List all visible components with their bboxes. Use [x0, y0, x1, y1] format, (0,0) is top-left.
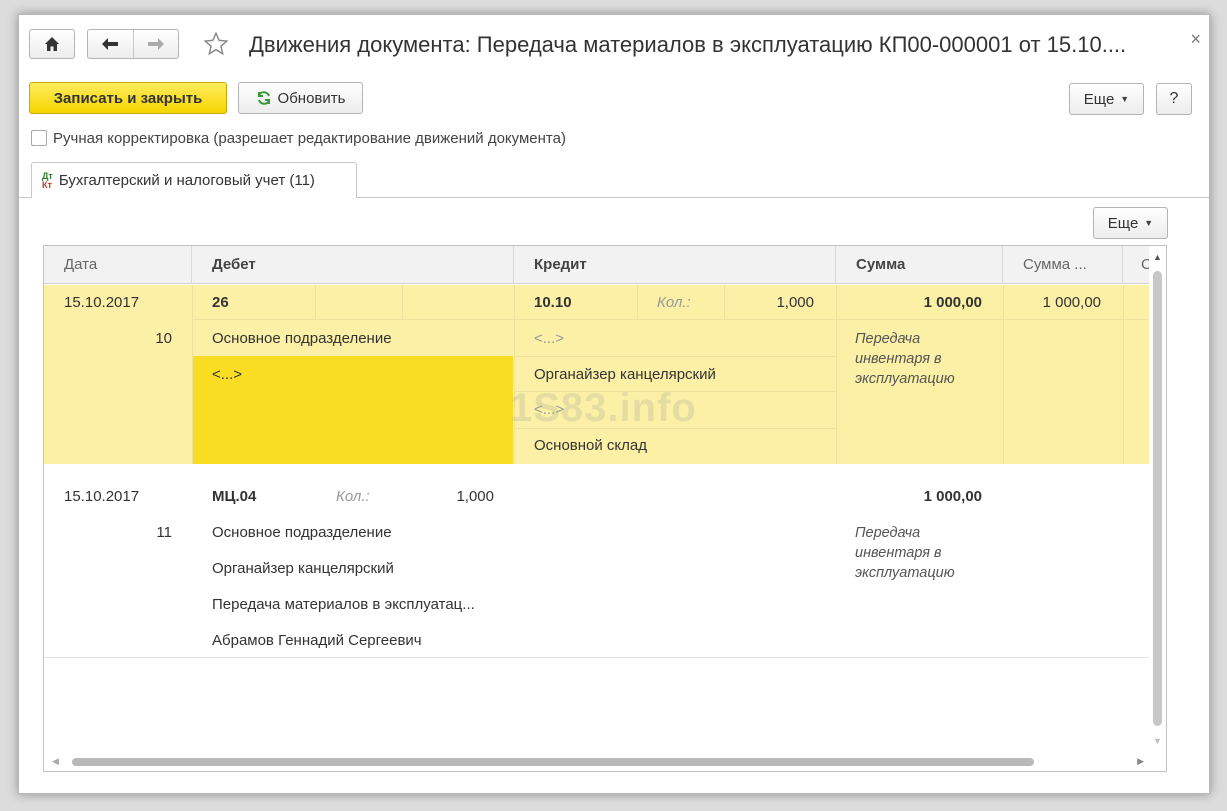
horizontal-scrollbar[interactable]: ◀ ▶	[44, 753, 1166, 771]
watermark: 1S83.info	[510, 386, 697, 430]
debit-subconto-2[interactable]: <...>	[212, 366, 242, 383]
row-date: 15.10.2017	[64, 294, 140, 311]
history-navigation	[87, 29, 179, 59]
manual-edit-checkbox[interactable]	[31, 130, 47, 146]
tab-accounting-and-tax[interactable]: Дт Кт Бухгалтерский и налоговый учет (11…	[31, 162, 357, 198]
help-button[interactable]: ?	[1156, 83, 1192, 115]
window-title: Движения документа: Передача материалов …	[249, 32, 1127, 57]
chevron-down-icon: ▼	[1144, 218, 1154, 228]
horizontal-scroll-thumb[interactable]	[72, 758, 1034, 766]
debit-qty-label: Кол.:	[336, 488, 370, 505]
debit-subconto-4[interactable]: Абрамов Геннадий Сергеевич	[212, 632, 422, 649]
dt-kt-icon: Дт Кт	[42, 170, 53, 190]
debit-subconto-3[interactable]: Передача материалов в эксплуатац...	[212, 596, 475, 613]
scroll-up-icon[interactable]: ▲	[1153, 252, 1162, 262]
close-icon[interactable]: ×	[1190, 29, 1201, 49]
more-menu-button[interactable]: Еще ▼	[1069, 83, 1144, 115]
vertical-scroll-thumb[interactable]	[1153, 271, 1162, 726]
column-header-amount[interactable]: Сумма	[836, 246, 1003, 284]
row-line-number: 11	[156, 524, 172, 541]
home-button[interactable]	[29, 29, 75, 59]
tab-label: Бухгалтерский и налоговый учет (11)	[58, 172, 315, 189]
postings-table[interactable]: Дата Дебет Кредит Сумма Сумма ... С 15.1…	[43, 245, 1167, 772]
chevron-down-icon: ▼	[1120, 94, 1130, 104]
credit-account[interactable]: 10.10	[534, 294, 572, 311]
row-amount[interactable]: 1 000,00	[844, 488, 982, 505]
refresh-icon	[257, 91, 270, 105]
scroll-right-icon[interactable]: ▶	[1137, 756, 1144, 767]
back-button[interactable]	[88, 30, 134, 58]
arrow-left-icon	[102, 38, 119, 50]
column-header-debit[interactable]: Дебет	[192, 246, 514, 284]
save-and-close-button[interactable]: Записать и закрыть	[29, 82, 227, 114]
scroll-left-icon[interactable]: ◀	[52, 756, 59, 767]
favorite-star-icon[interactable]	[201, 29, 231, 59]
row-divider	[44, 657, 1150, 658]
manual-edit-option: Ручная корректировка (разрешает редактир…	[31, 127, 566, 149]
debit-qty[interactable]: 1,000	[414, 488, 494, 505]
help-label: ?	[1169, 90, 1179, 107]
credit-qty-label: Кол.:	[657, 294, 691, 311]
save-and-close-label: Записать и закрыть	[53, 89, 203, 107]
document-movements-window: Движения документа: Передача материалов …	[18, 14, 1210, 794]
home-icon	[45, 37, 59, 51]
vertical-scrollbar[interactable]: ▲ ▼	[1149, 246, 1166, 754]
debit-subconto-1[interactable]: Основное подразделение	[212, 330, 392, 347]
column-header-credit[interactable]: Кредит	[514, 246, 836, 284]
refresh-label: Обновить	[277, 89, 346, 107]
manual-edit-label[interactable]: Ручная корректировка (разрешает редактир…	[53, 130, 566, 147]
credit-subconto-2[interactable]: Органайзер канцелярский	[534, 366, 716, 383]
row-content[interactable]: Передача инвентаря в эксплуатацию	[855, 523, 985, 583]
row-date: 15.10.2017	[64, 488, 140, 505]
column-header-date[interactable]: Дата	[44, 246, 192, 284]
table-more-menu-button[interactable]: Еще ▼	[1093, 207, 1168, 239]
row-amount-2[interactable]: 1 000,00	[1009, 294, 1101, 311]
arrow-right-icon	[147, 38, 164, 50]
debit-subconto-1[interactable]: Основное подразделение	[212, 524, 392, 541]
column-header-amount-2[interactable]: Сумма ...	[1003, 246, 1123, 284]
table-header: Дата Дебет Кредит Сумма Сумма ... С	[44, 246, 1152, 284]
forward-button[interactable]	[134, 30, 179, 58]
debit-account[interactable]: МЦ.04	[212, 488, 256, 505]
credit-qty[interactable]: 1,000	[734, 294, 814, 311]
table-row[interactable]: 15.10.2017 10 26 Основное подразделение …	[44, 285, 1150, 464]
more-label: Еще	[1083, 90, 1115, 108]
scroll-down-icon[interactable]: ▼	[1153, 736, 1162, 746]
more-label: Еще	[1107, 214, 1139, 232]
row-amount[interactable]: 1 000,00	[844, 294, 982, 311]
debit-account[interactable]: 26	[212, 294, 229, 311]
refresh-button[interactable]: Обновить	[238, 82, 363, 114]
credit-subconto-1[interactable]: <...>	[534, 330, 564, 347]
row-line-number: 10	[155, 330, 172, 347]
credit-subconto-4[interactable]: Основной склад	[534, 437, 647, 454]
debit-subconto-2[interactable]: Органайзер канцелярский	[212, 560, 394, 577]
row-content[interactable]: Передача инвентаря в эксплуатацию	[855, 329, 985, 389]
